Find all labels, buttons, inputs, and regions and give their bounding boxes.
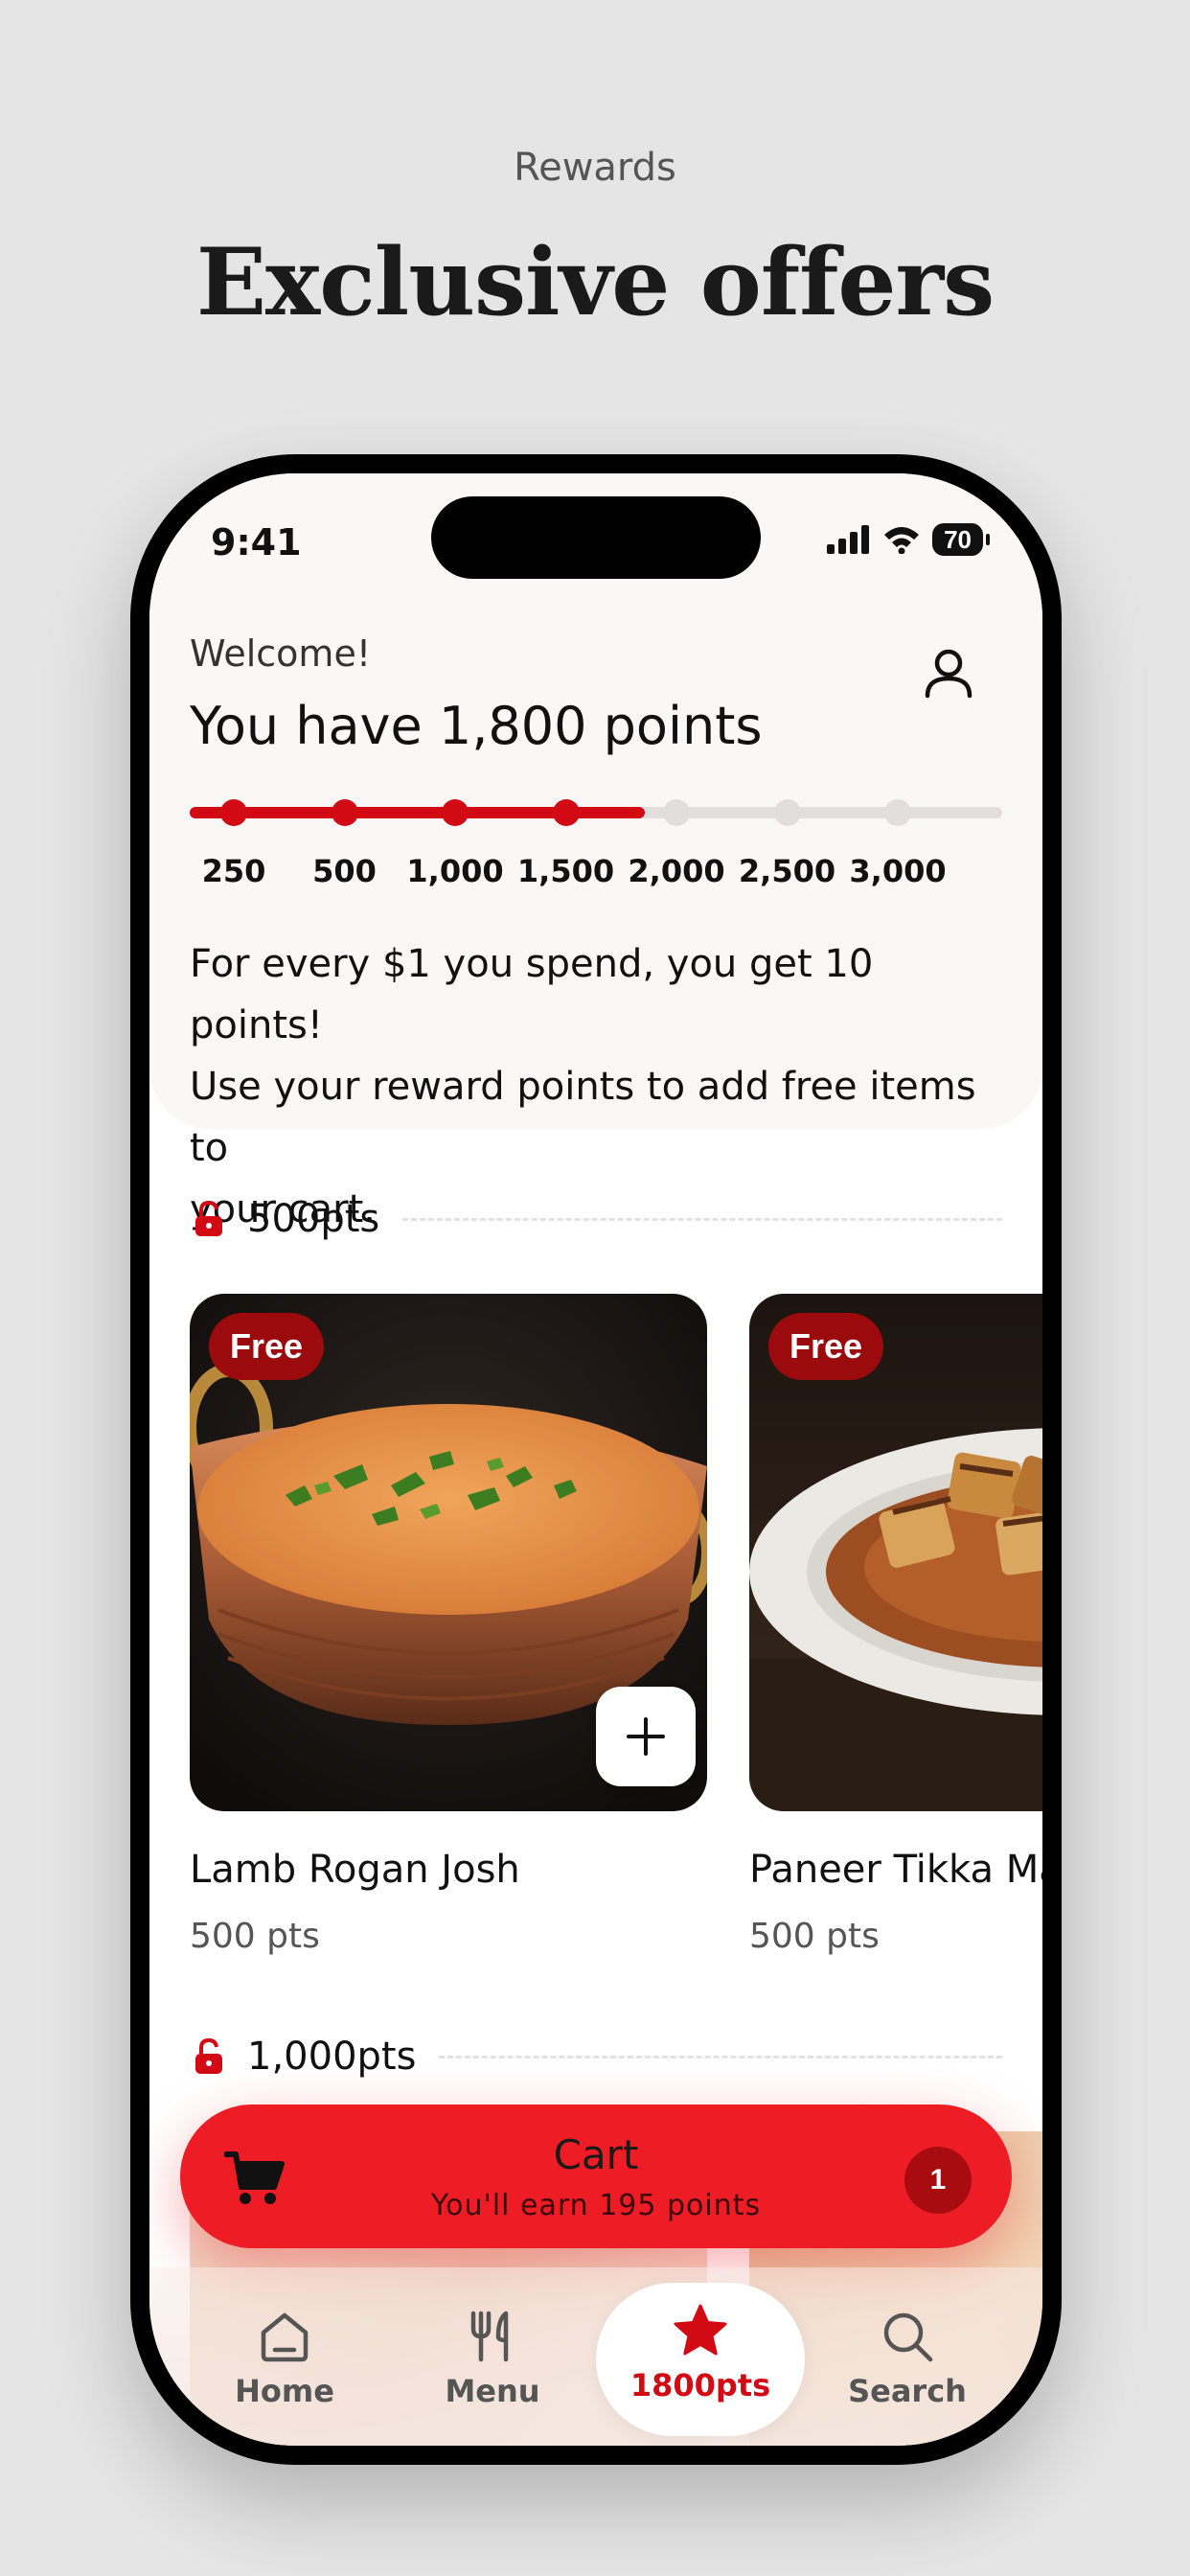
status-icons: 70 [827,523,990,556]
cart-button[interactable]: Cart You'll earn 195 points 1 [180,2104,1012,2248]
status-time: 9:41 [211,521,302,564]
item-points: 500 pts [190,1917,320,1956]
progress-milestone-dot [663,799,690,826]
nav-label: 1800pts [629,2367,771,2404]
nav-label: Menu [445,2373,540,2409]
phone-frame: 9:41 70 Welcome! You have 1,800 points 2… [130,454,1062,2465]
progress-milestone-dot [773,799,801,826]
nav-label: Search [848,2373,967,2409]
battery-indicator: 70 [932,523,990,556]
reward-item-card[interactable]: Free Paneer Tikka Masala 500 pts [749,1294,1042,1956]
reward-item-card[interactable]: Free Lamb Rogan Josh 500 pts [190,1294,707,1956]
add-to-cart-button[interactable] [596,1687,696,1786]
points-progress-bar [190,799,1002,826]
cart-count-badge: 1 [904,2147,972,2214]
progress-milestone-label: 3,000 [849,853,947,889]
cellular-signal-icon [827,525,870,554]
user-icon[interactable] [920,644,977,702]
progress-milestone-dot [884,799,911,826]
progress-milestone-dot [220,799,247,826]
free-badge: Free [209,1313,325,1380]
section-label: 500pts [247,1197,380,1241]
cart-earn-subtitle: You'll earn 195 points [430,2189,762,2222]
star-icon [674,2304,727,2356]
app-screen: 9:41 70 Welcome! You have 1,800 points 2… [149,473,1042,2446]
section-divider [439,2055,1002,2058]
promo-label: Rewards [514,146,676,190]
nav-home[interactable]: Home [189,2288,380,2409]
cart-title: Cart [553,2131,639,2178]
item-name: Lamb Rogan Josh [190,1848,520,1892]
progress-milestone-dot [552,799,580,826]
section-label: 1,000pts [247,2035,417,2079]
item-points: 500 pts [749,1917,880,1956]
points-heading: You have 1,800 points [190,696,763,756]
progress-milestone-dot [331,799,358,826]
progress-milestone-dot [442,799,469,826]
plus-icon [627,1717,665,1756]
nav-label: Home [235,2373,334,2409]
home-icon [261,2312,309,2362]
nav-menu[interactable]: Menu [397,2288,588,2409]
dish-image[interactable]: Free [749,1294,1042,1811]
description-line-2: Use your reward points to add free items… [190,1065,976,1170]
free-badge: Free [768,1313,884,1380]
unlock-icon [195,1200,222,1236]
search-icon [883,2312,933,2362]
dynamic-island [431,496,761,579]
description-line-1: For every $1 you spend, you get 10 point… [190,942,874,1047]
welcome-text: Welcome! [190,632,372,675]
bottom-navigation: Home Menu 1800pts Search [149,2267,1042,2446]
section-divider [402,1217,1002,1221]
dish-image[interactable]: Free [190,1294,707,1811]
unlock-icon [195,2037,222,2074]
section-header-1000pts: 1,000pts [190,2028,1002,2085]
item-name: Paneer Tikka Masala [749,1848,1042,1892]
utensils-icon [470,2311,509,2362]
wifi-icon [884,527,920,554]
nav-rewards[interactable]: 1800pts [596,2283,805,2436]
nav-search[interactable]: Search [812,2288,1003,2409]
section-header-500pts: 500pts [190,1190,1002,1248]
promo-title: Exclusive offers [195,228,995,336]
